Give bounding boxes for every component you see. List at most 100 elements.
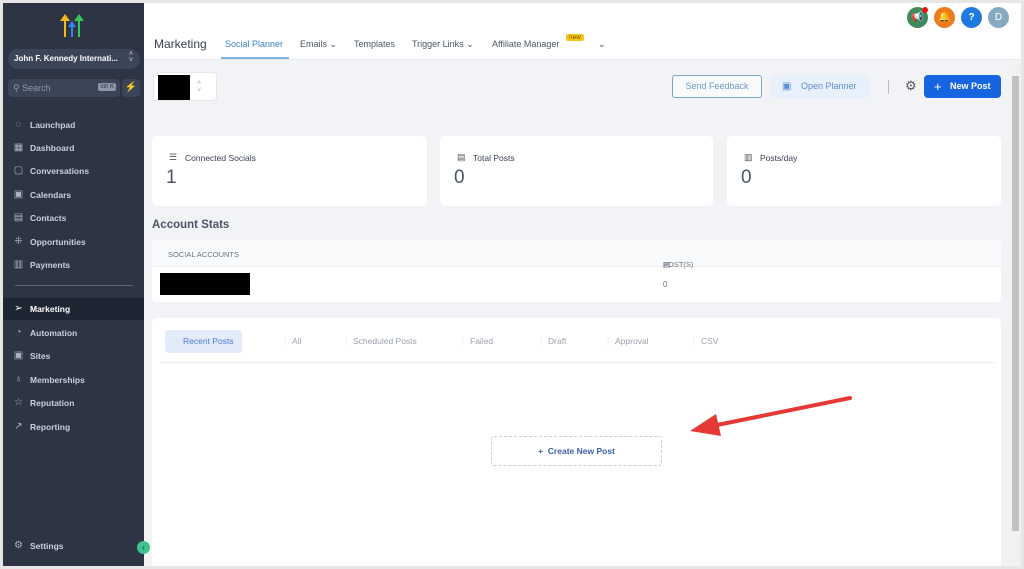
drag-handle-icon: ⋮ bbox=[459, 337, 467, 346]
sidebar-item-marketing[interactable]: ➢ Marketing bbox=[3, 298, 144, 320]
trend-icon: ↗ bbox=[14, 421, 23, 432]
open-planner-button[interactable]: ▣ Open Planner bbox=[771, 75, 869, 98]
stat-value: 0 bbox=[454, 167, 465, 188]
sidebar-item-opportunities[interactable]: ⁜ Opportunities bbox=[3, 231, 144, 253]
table-row: 0 bbox=[152, 267, 1001, 302]
drag-handle-icon: ⋮ bbox=[342, 337, 350, 346]
scrollbar-thumb[interactable] bbox=[1012, 76, 1019, 531]
nav-label: Conversations bbox=[30, 166, 90, 176]
nav-label: Sites bbox=[30, 351, 51, 361]
tab-draft[interactable]: ⋮ Draft bbox=[530, 330, 574, 353]
megaphone-icon[interactable]: 📢 bbox=[907, 7, 928, 28]
nav-label: Automation bbox=[30, 328, 78, 338]
sidebar-item-settings[interactable]: ⚙ Settings bbox=[3, 535, 144, 557]
tab-csv[interactable]: ⋮ CSV bbox=[683, 330, 726, 353]
layout-icon: ▥ bbox=[744, 152, 753, 162]
tab-social-planner[interactable]: Social Planner bbox=[225, 39, 283, 49]
new-post-button[interactable]: + New Post bbox=[924, 75, 1001, 98]
location-switcher[interactable]: John F. Kennedy Internati... ˄ ˅ bbox=[8, 49, 140, 69]
stat-value: 0 bbox=[741, 167, 752, 188]
nav-label: Reputation bbox=[30, 398, 75, 408]
sidebar-item-reporting[interactable]: ↗ Reporting bbox=[3, 416, 144, 438]
plus-icon: + bbox=[934, 79, 942, 94]
nav-label: Calendars bbox=[30, 190, 72, 200]
sidebar-item-calendars[interactable]: ▣ Calendars bbox=[3, 184, 144, 206]
grid-icon: ▦ bbox=[13, 142, 24, 153]
stat-label: Total Posts bbox=[473, 153, 515, 163]
tab-approval[interactable]: ⋮ Approval bbox=[597, 330, 657, 353]
tab-templates[interactable]: Templates bbox=[354, 39, 395, 49]
scrollbar[interactable] bbox=[1010, 63, 1021, 566]
sidebar-item-sites[interactable]: ▣ Sites bbox=[3, 345, 144, 367]
drag-handle-icon: ⋮ bbox=[690, 337, 698, 346]
tab-recent-posts[interactable]: ⋮ Recent Posts bbox=[165, 330, 242, 353]
star-icon: ☆ bbox=[14, 397, 23, 408]
send-feedback-button[interactable]: Send Feedback bbox=[672, 75, 762, 98]
send-icon: ➢ bbox=[14, 303, 23, 314]
nav-label: Settings bbox=[30, 541, 64, 551]
button-label: Create New Post bbox=[547, 446, 615, 456]
sidebar-item-reputation[interactable]: ☆ Reputation bbox=[3, 392, 144, 414]
tab-trigger-links[interactable]: Trigger Links ⌄ bbox=[412, 39, 474, 50]
sidebar-item-automation[interactable]: ◔ Automation bbox=[3, 322, 144, 344]
notification-dot bbox=[922, 7, 928, 13]
settings-gear-icon[interactable]: ⚙ bbox=[905, 78, 917, 94]
chevron-down-icon: ⌄ bbox=[466, 39, 474, 49]
nav-label: Dashboard bbox=[30, 143, 75, 153]
drag-handle-icon: ⋮ bbox=[604, 337, 612, 346]
top-header: Marketing Social Planner Emails ⌄ Templa… bbox=[144, 3, 1021, 60]
nav-label: Contacts bbox=[30, 213, 67, 223]
calendar-icon: ▣ bbox=[13, 189, 24, 200]
avatar[interactable]: D bbox=[988, 7, 1009, 28]
bell-icon[interactable]: 🔔 bbox=[934, 7, 955, 28]
database-icon: ☰ bbox=[169, 152, 178, 162]
rocket-icon: ◌ bbox=[15, 119, 22, 130]
sidebar-item-conversations[interactable]: ▢ Conversations bbox=[3, 160, 144, 182]
tab-scheduled-posts[interactable]: ⋮ Scheduled Posts bbox=[335, 330, 425, 353]
tab-label: Recent Posts bbox=[183, 336, 234, 346]
sidebar-item-payments[interactable]: ▥ Payments bbox=[3, 254, 144, 276]
redacted-block bbox=[160, 273, 250, 295]
help-icon[interactable]: ? bbox=[961, 7, 982, 28]
tab-label: All bbox=[292, 336, 302, 346]
logo bbox=[60, 14, 84, 37]
server-icon: ▤ bbox=[457, 152, 466, 162]
nav-label: Reporting bbox=[30, 422, 71, 432]
account-selector[interactable]: ˄ ˅ bbox=[153, 72, 217, 101]
nav-label: Memberships bbox=[30, 375, 85, 385]
chevron-updown-icon: ˄ ˅ bbox=[128, 51, 133, 64]
stat-card-posts-per-day: ▥ Posts/day 0 bbox=[727, 136, 1001, 206]
quick-action-button[interactable]: ⚡ bbox=[122, 79, 140, 97]
sidebar-divider bbox=[15, 285, 133, 286]
app-window: John F. Kennedy Internati... ˄ ˅ ⚲ Search c… bbox=[3, 3, 1021, 566]
sidebar-item-contacts[interactable]: ▤ Contacts bbox=[3, 207, 144, 229]
posts-count: 0 bbox=[663, 280, 668, 289]
stat-value: 1 bbox=[166, 167, 177, 188]
gear-icon: ⚙ bbox=[14, 540, 23, 551]
redacted-block bbox=[158, 75, 190, 100]
opportunities-icon: ⁜ bbox=[14, 236, 23, 247]
tab-label: Trigger Links bbox=[412, 39, 464, 49]
payments-icon: ▥ bbox=[13, 259, 24, 270]
tab-emails[interactable]: Emails ⌄ bbox=[300, 39, 337, 50]
sidebar-item-launchpad[interactable]: ◌ Launchpad bbox=[3, 114, 144, 136]
sites-icon: ▣ bbox=[13, 350, 24, 361]
sidebar-item-memberships[interactable]: ♁ Memberships bbox=[3, 369, 144, 391]
table-header: SOCIAL ACCOUNTS ▤ POST(S) bbox=[152, 240, 1001, 269]
tab-failed[interactable]: ⋮ Failed bbox=[452, 330, 501, 353]
stat-label: Posts/day bbox=[760, 153, 798, 163]
create-new-post-button[interactable]: + Create New Post bbox=[491, 436, 662, 466]
stat-label: Connected Socials bbox=[185, 153, 256, 163]
drag-handle-icon: ⋮ bbox=[281, 337, 289, 346]
sidebar-item-dashboard[interactable]: ▦ Dashboard bbox=[3, 137, 144, 159]
more-tabs-chevron-icon[interactable]: ⌄ bbox=[598, 39, 606, 50]
calendar-icon: ▣ bbox=[782, 81, 792, 92]
drag-handle-icon: ⋮ bbox=[172, 337, 180, 346]
chevron-down-icon: ⌄ bbox=[329, 39, 338, 49]
play-icon: ◔ bbox=[15, 327, 22, 338]
search-input[interactable]: ⚲ Search ctrl K bbox=[8, 79, 120, 97]
tab-all[interactable]: ⋮ All bbox=[274, 330, 309, 353]
tab-affiliate-manager[interactable]: Affiliate Manager bbox=[492, 39, 559, 49]
collapse-sidebar-button[interactable]: ‹ bbox=[137, 541, 150, 554]
tab-label: CSV bbox=[701, 336, 719, 346]
